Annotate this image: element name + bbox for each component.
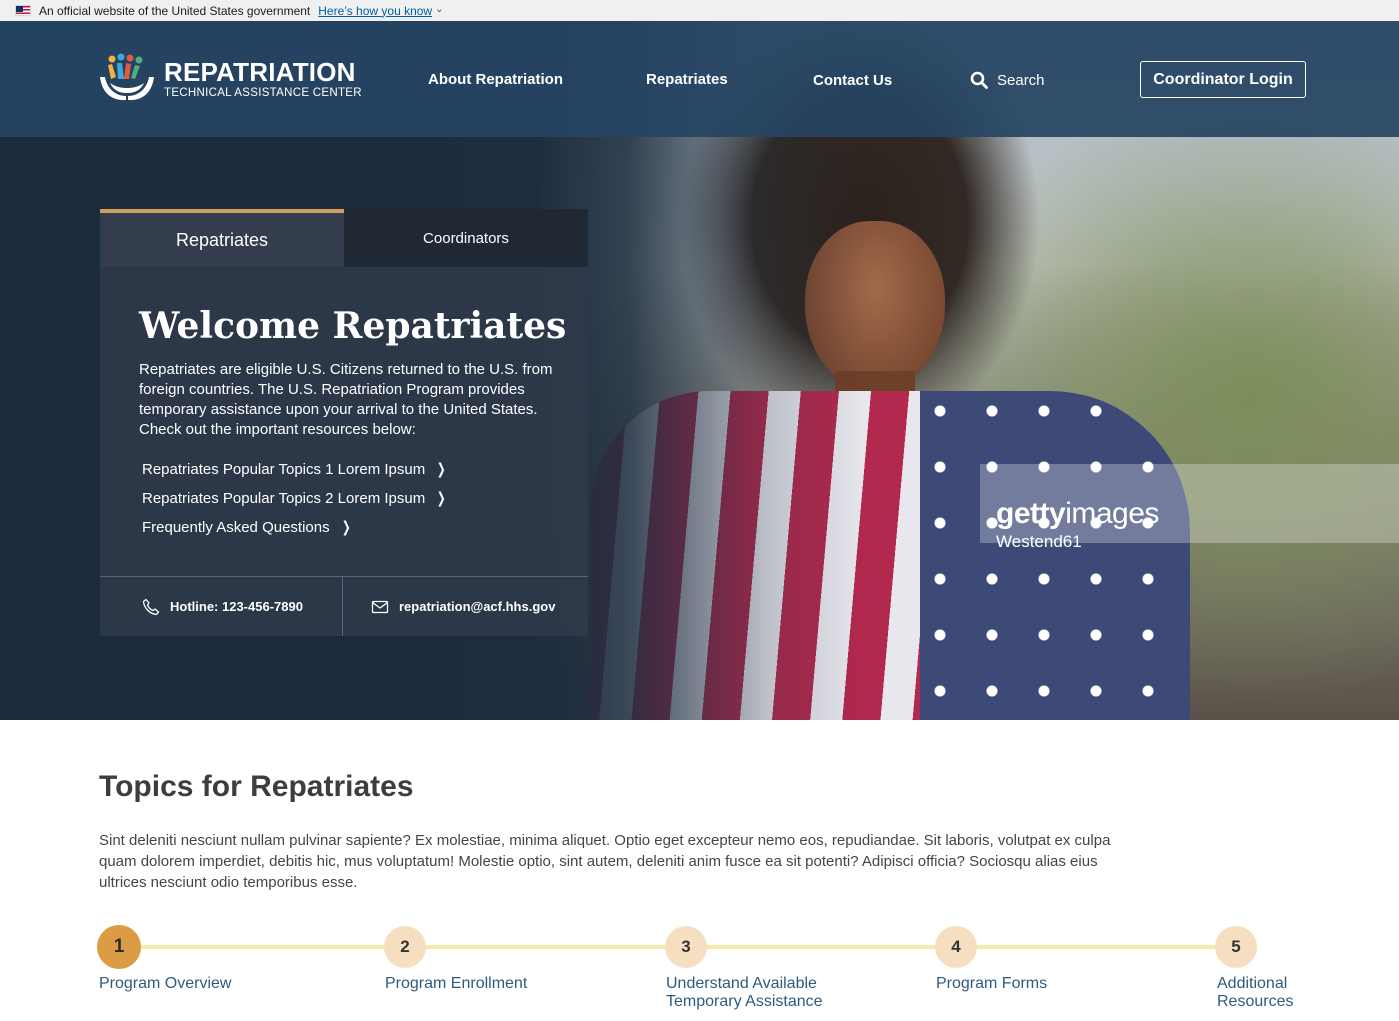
popular-topic-2-link[interactable]: Repatriates Popular Topics 2 Lorem Ipsum…: [142, 489, 448, 508]
welcome-panel-body: Welcome Repatriates Repatriates are elig…: [100, 267, 588, 576]
step-3-link[interactable]: Understand Available Temporary Assistanc…: [666, 975, 866, 1011]
chevron-right-icon: ❯: [341, 519, 351, 536]
search-button[interactable]: Search: [970, 70, 1045, 90]
envelope-icon: [371, 600, 389, 613]
getty-watermark-logo: gettyimages: [996, 497, 1159, 531]
welcome-title: Welcome Repatriates: [139, 305, 567, 347]
email-text: repatriation@acf.hhs.gov: [399, 599, 556, 614]
nav-repatriates[interactable]: Repatriates: [646, 71, 728, 88]
popular-topic-1-label: Repatriates Popular Topics 1 Lorem Ipsum: [142, 460, 426, 478]
coordinator-login-button[interactable]: Coordinator Login: [1140, 61, 1306, 98]
hands-logo-icon: [100, 53, 154, 101]
getty-logo-bold: getty: [996, 497, 1066, 530]
nav-contact-us[interactable]: Contact Us: [813, 72, 892, 89]
step-3-circle[interactable]: 3: [665, 926, 707, 968]
site-logo[interactable]: REPATRIATION TECHNICAL ASSISTANCE CENTER: [98, 53, 370, 105]
email-link[interactable]: repatriation@acf.hhs.gov: [343, 577, 588, 636]
welcome-description: Repatriates are eligible U.S. Citizens r…: [139, 361, 553, 438]
getty-logo-light: images: [1065, 497, 1159, 530]
logo-subtitle: TECHNICAL ASSISTANCE CENTER: [164, 87, 362, 99]
search-label: Search: [997, 71, 1045, 89]
getty-watermark-credit: Westend61: [996, 532, 1082, 551]
step-5-circle[interactable]: 5: [1215, 926, 1257, 968]
step-1-link[interactable]: Program Overview: [99, 975, 231, 993]
popular-topic-2-label: Repatriates Popular Topics 2 Lorem Ipsum: [142, 489, 426, 507]
chevron-right-icon: ❯: [437, 490, 446, 507]
faq-label: Frequently Asked Questions: [142, 518, 330, 536]
chevron-right-icon: ❯: [437, 461, 446, 478]
search-icon: [970, 71, 988, 89]
step-1-circle[interactable]: 1: [97, 925, 141, 969]
step-2-link[interactable]: Program Enrollment: [385, 975, 527, 993]
popular-topic-1-link[interactable]: Repatriates Popular Topics 1 Lorem Ipsum…: [142, 460, 448, 479]
heres-how-you-know-link[interactable]: Here’s how you know: [318, 4, 432, 18]
welcome-panel: Repatriates Coordinators Welcome Repatri…: [100, 209, 588, 636]
faq-link[interactable]: Frequently Asked Questions ❯: [142, 518, 352, 537]
topics-description: Sint deleniti nesciunt nullam pulvinar s…: [99, 832, 1111, 891]
tab-repatriates[interactable]: Repatriates: [100, 209, 344, 267]
hotline-text: Hotline: 123-456-7890: [170, 599, 303, 614]
step-4-circle[interactable]: 4: [935, 926, 977, 968]
tab-coordinators[interactable]: Coordinators: [344, 209, 588, 267]
contact-bar: Hotline: 123-456-7890 repatriation@acf.h…: [100, 576, 588, 636]
site-header: REPATRIATION TECHNICAL ASSISTANCE CENTER…: [0, 21, 1399, 137]
logo-title: REPATRIATION: [164, 57, 356, 87]
hotline-link[interactable]: Hotline: 123-456-7890: [100, 577, 343, 636]
step-5-link[interactable]: Additional Resources: [1217, 975, 1327, 1011]
gov-banner-text: An official website of the United States…: [39, 3, 311, 18]
gov-banner: An official website of the United States…: [0, 0, 1399, 21]
step-2-circle[interactable]: 2: [384, 926, 426, 968]
chevron-down-icon[interactable]: ⌄: [435, 4, 443, 15]
topics-heading: Topics for Repatriates: [99, 770, 414, 803]
us-flag-icon: [15, 5, 31, 16]
nav-about-repatriation[interactable]: About Repatriation: [428, 71, 563, 88]
step-4-link[interactable]: Program Forms: [936, 975, 1047, 993]
phone-icon: [142, 598, 160, 615]
